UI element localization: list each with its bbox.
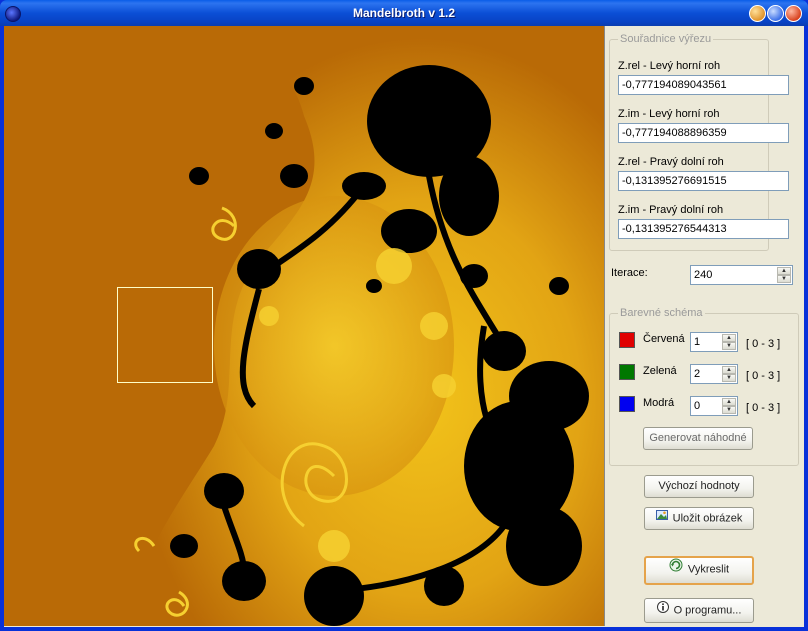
zim-bottom-right-label: Z.im - Pravý dolní roh — [618, 204, 724, 216]
red-up-arrow-icon[interactable]: ▲ — [722, 334, 736, 342]
info-icon — [656, 599, 669, 622]
refresh-icon — [669, 558, 683, 581]
zrel-bottom-right-label: Z.rel - Pravý dolní roh — [618, 156, 724, 168]
zim-bottom-right-input[interactable]: -0,131395276544313 — [618, 219, 789, 239]
blue-label: Modrá — [643, 397, 675, 409]
zoom-selection-rectangle[interactable] — [117, 287, 213, 383]
draw-button[interactable]: Vykreslit — [644, 556, 754, 585]
title-bar[interactable]: Mandelbroth v 1.2 — [0, 0, 808, 26]
green-up-arrow-icon[interactable]: ▲ — [722, 366, 736, 374]
green-value: 2 — [694, 368, 701, 380]
save-image-button-label: Uložit obrázek — [672, 512, 743, 525]
save-image-button[interactable]: Uložit obrázek — [644, 507, 754, 530]
blue-up-arrow-icon[interactable]: ▲ — [722, 398, 736, 406]
green-label: Zelená — [643, 365, 677, 377]
window-title: Mandelbroth v 1.2 — [352, 6, 456, 20]
about-button[interactable]: O programu... — [644, 598, 754, 623]
minimize-button[interactable] — [749, 5, 766, 22]
defaults-button[interactable]: Výchozí hodnoty — [644, 475, 754, 498]
maximize-button[interactable] — [767, 5, 784, 22]
green-range-label: [ 0 - 3 ] — [746, 370, 781, 382]
fractal-image — [4, 26, 604, 626]
red-swatch — [619, 332, 635, 348]
zrel-bottom-right-input[interactable]: -0,131395276691515 — [618, 171, 789, 191]
blue-down-arrow-icon[interactable]: ▼ — [722, 406, 736, 414]
color-scheme-group-legend: Barevné schéma — [618, 307, 705, 319]
red-range-label: [ 0 - 3 ] — [746, 338, 781, 350]
blue-range-label: [ 0 - 3 ] — [746, 402, 781, 414]
coordinates-group: Souřadnice výřezu Z.rel - Levý horní roh… — [609, 33, 789, 251]
close-button[interactable] — [785, 5, 802, 22]
red-down-arrow-icon[interactable]: ▼ — [722, 342, 736, 350]
image-icon — [655, 508, 668, 529]
green-stepper[interactable]: 2 ▲ ▼ — [690, 364, 738, 384]
coordinates-group-legend: Souřadnice výřezu — [618, 33, 714, 45]
zim-top-left-input[interactable]: -0,777194088896359 — [618, 123, 789, 143]
draw-button-label: Vykreslit — [687, 563, 730, 576]
blue-swatch — [619, 396, 635, 412]
iterations-down-arrow-icon[interactable]: ▼ — [777, 275, 791, 283]
green-down-arrow-icon[interactable]: ▼ — [722, 374, 736, 382]
red-stepper[interactable]: 1 ▲ ▼ — [690, 332, 738, 352]
iterations-up-arrow-icon[interactable]: ▲ — [777, 267, 791, 275]
iterations-label: Iterace: — [611, 267, 648, 279]
about-button-label: O programu... — [673, 604, 742, 617]
red-label: Červená — [643, 333, 685, 345]
green-swatch — [619, 364, 635, 380]
main-window: Mandelbroth v 1.2 Souřadnice výřezu Z.re… — [0, 0, 808, 631]
client-area: Souřadnice výřezu Z.rel - Levý horní roh… — [4, 26, 804, 627]
fractal-canvas[interactable] — [4, 26, 605, 626]
zim-top-left-label: Z.im - Levý horní roh — [618, 108, 720, 120]
zrel-top-left-label: Z.rel - Levý horní roh — [618, 60, 721, 72]
red-value: 1 — [694, 336, 701, 348]
generate-random-button[interactable]: Generovat náhodné — [643, 427, 753, 450]
iterations-stepper[interactable]: 240 ▲ ▼ — [690, 265, 793, 285]
color-scheme-group: Barevné schéma Červená 1 ▲ ▼ [ 0 - 3 ] Z… — [609, 307, 799, 466]
zrel-top-left-input[interactable]: -0,777194089043561 — [618, 75, 789, 95]
blue-value: 0 — [694, 400, 701, 412]
blue-stepper[interactable]: 0 ▲ ▼ — [690, 396, 738, 416]
iterations-value: 240 — [694, 269, 713, 281]
